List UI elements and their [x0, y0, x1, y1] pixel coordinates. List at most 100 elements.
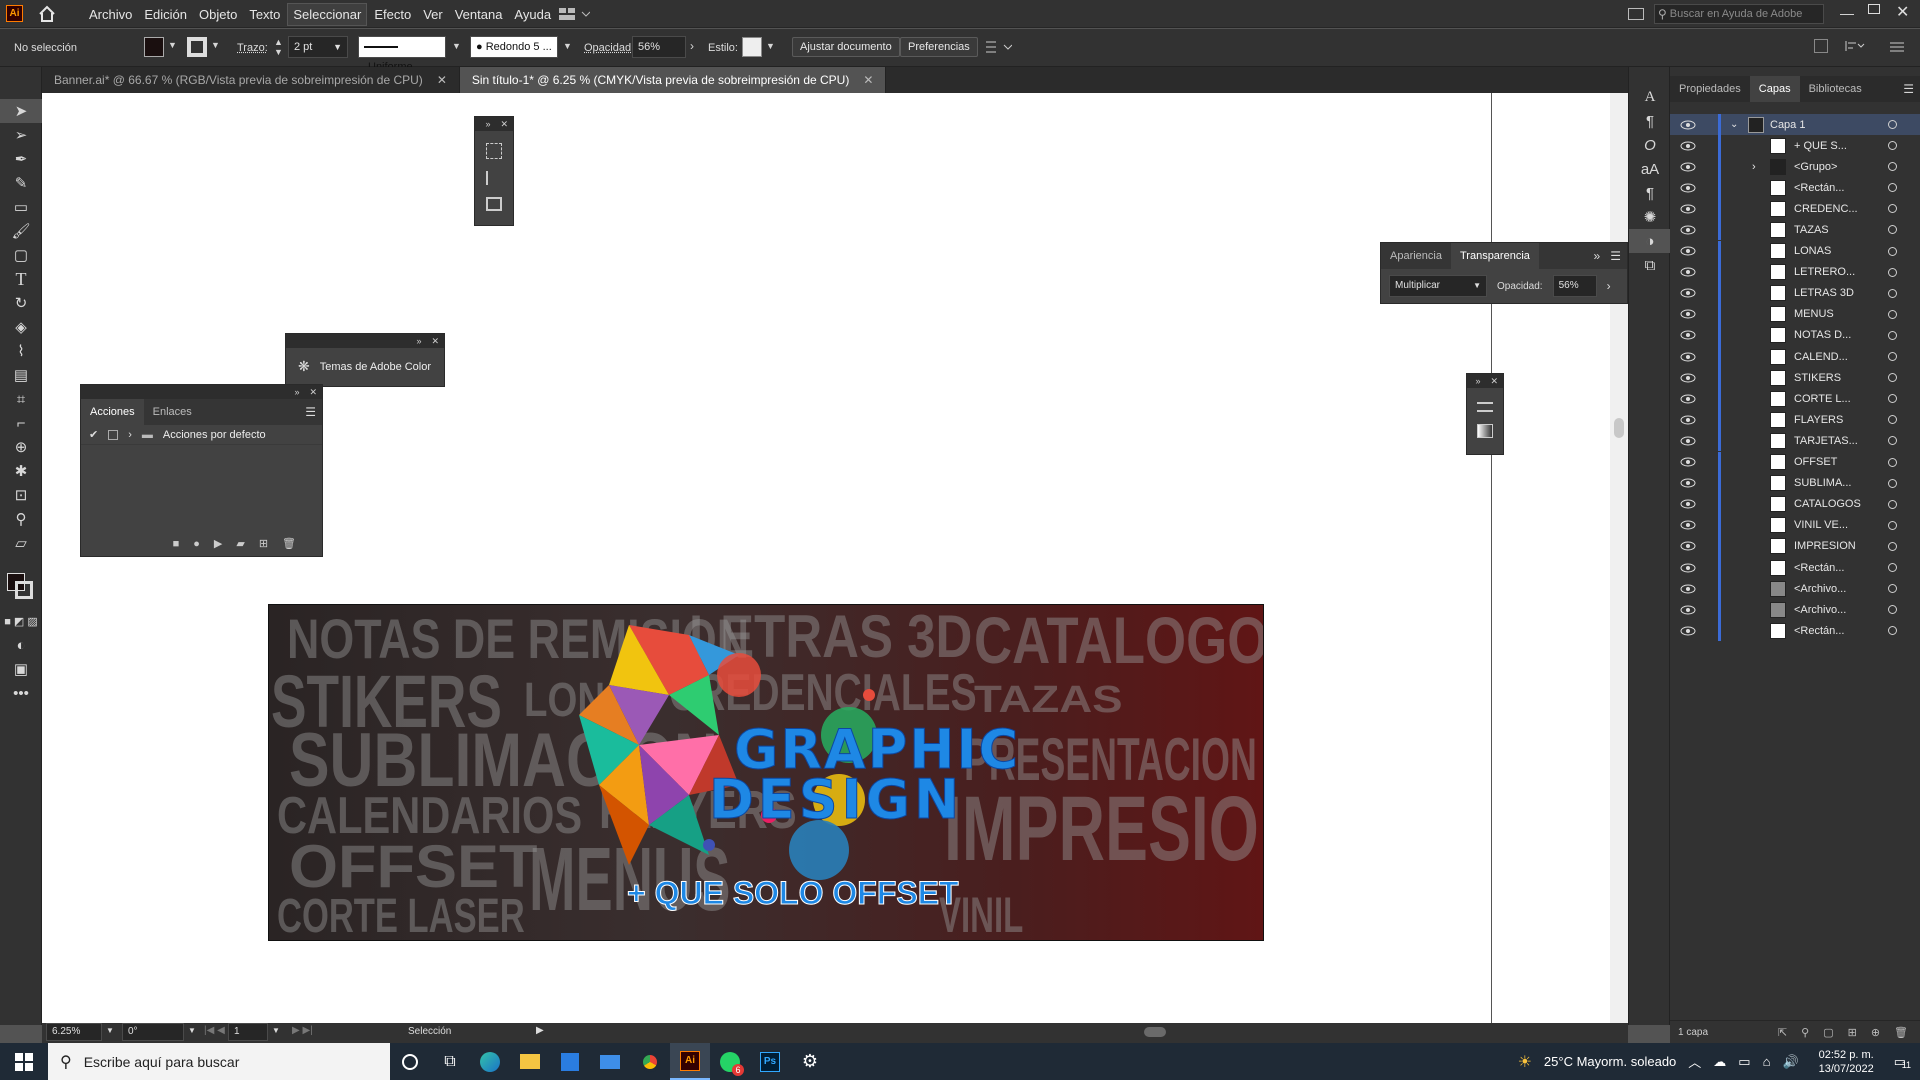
settings-icon[interactable]: ⚙ — [790, 1043, 830, 1080]
eye-icon[interactable] — [1680, 352, 1696, 362]
layer-row[interactable]: TARJETAS... — [1670, 430, 1920, 452]
rotate-tool-icon[interactable]: ↻ — [0, 291, 42, 315]
store-icon[interactable] — [550, 1043, 590, 1080]
blend-tool-icon[interactable]: ⊕ — [0, 435, 42, 459]
eye-icon[interactable] — [1680, 141, 1696, 151]
layer-row[interactable]: CORTE L... — [1670, 388, 1920, 410]
close-panel-icon[interactable]: ✕ — [431, 336, 439, 347]
close-panel-icon[interactable]: ✕ — [309, 387, 317, 398]
target-icon[interactable] — [1888, 141, 1897, 150]
stop-icon[interactable]: ■ — [173, 538, 180, 550]
tab-propiedades[interactable]: Propiedades — [1670, 76, 1750, 102]
eye-icon[interactable] — [1680, 309, 1696, 319]
close-tab-icon[interactable]: ✕ — [437, 73, 447, 87]
artboard-icon[interactable] — [486, 143, 502, 159]
eye-icon[interactable] — [1680, 120, 1696, 130]
eye-icon[interactable] — [1680, 626, 1696, 636]
tab-banner[interactable]: Banner.ai* @ 66.67 % (RGB/Vista previa d… — [42, 67, 460, 93]
target-icon[interactable] — [1888, 520, 1897, 530]
selection-tool-icon[interactable]: ➤ — [0, 99, 42, 123]
fill-stroke-widget[interactable] — [0, 565, 41, 609]
file-explorer-icon[interactable] — [510, 1043, 550, 1080]
warp-tool-icon[interactable]: ⌇ — [0, 339, 42, 363]
onedrive-icon[interactable]: ☁ — [1713, 1054, 1726, 1070]
fit-document-button[interactable]: Ajustar documento — [792, 37, 900, 57]
trash-icon[interactable]: 🗑 — [282, 537, 296, 550]
layer-row[interactable]: LETRAS 3D — [1670, 282, 1920, 304]
eye-icon[interactable] — [1680, 457, 1696, 467]
profile-dropdown-icon[interactable]: ▼ — [452, 41, 461, 51]
stroke-dropdown-icon[interactable]: ▼ — [211, 40, 220, 50]
stroke-profile-select[interactable]: Uniforme — [358, 36, 446, 73]
volume-icon[interactable]: 🔊 — [1782, 1054, 1798, 1070]
menu-objeto[interactable]: Objeto — [194, 4, 242, 25]
artboard-dropdown-icon[interactable]: ▼ — [272, 1026, 280, 1035]
brush-dropdown-icon[interactable]: ▼ — [563, 41, 572, 51]
panel-menu-icon[interactable] — [1890, 41, 1904, 52]
collapse-icon[interactable]: » — [294, 387, 299, 397]
collapse-icon[interactable]: » — [1475, 376, 1480, 386]
target-icon[interactable] — [1888, 415, 1897, 425]
artboard-tool-icon[interactable]: ⊡ — [0, 483, 42, 507]
layer-row[interactable]: <Rectán... — [1670, 557, 1920, 578]
notifications-icon[interactable]: ▭ 11 — [1894, 1054, 1911, 1070]
photoshop-icon[interactable]: Ps — [750, 1043, 790, 1080]
eye-icon[interactable] — [1680, 415, 1696, 425]
stroke-panel-icon[interactable] — [1477, 402, 1493, 412]
cortana-icon[interactable] — [390, 1043, 430, 1080]
eye-icon[interactable] — [1680, 225, 1696, 235]
direct-selection-tool-icon[interactable]: ➢ — [0, 123, 42, 147]
eye-icon[interactable] — [1680, 288, 1696, 298]
tab-acciones[interactable]: Acciones — [81, 399, 144, 425]
edge-icon[interactable] — [470, 1043, 510, 1080]
transparency-icon[interactable]: ◑ — [1629, 229, 1671, 253]
layer-row[interactable]: FLAYERS — [1670, 409, 1920, 431]
eye-icon[interactable] — [1680, 584, 1696, 594]
eye-icon[interactable] — [1680, 436, 1696, 446]
eye-icon[interactable] — [1680, 541, 1696, 551]
layer-row[interactable]: STIKERS — [1670, 367, 1920, 389]
close-window-button[interactable]: ✕ — [1896, 2, 1909, 22]
eye-icon[interactable] — [1680, 330, 1696, 340]
target-icon[interactable] — [1888, 120, 1897, 129]
target-icon[interactable] — [1888, 267, 1897, 277]
whatsapp-icon[interactable]: 6 — [710, 1043, 750, 1080]
help-search-field[interactable]: ⚲ Buscar en Ayuda de Adobe — [1654, 4, 1824, 24]
target-icon[interactable] — [1888, 288, 1897, 298]
clip-icon[interactable]: ▢ — [1823, 1026, 1833, 1039]
layer-row[interactable]: CALEND... — [1670, 346, 1920, 367]
menu-texto[interactable]: Texto — [244, 4, 285, 25]
workspace-switcher-icon[interactable] — [558, 7, 591, 21]
banner-artwork[interactable]: NOTAS DE REMISION LETRAS 3D CATALOGOS ST… — [268, 604, 1264, 941]
weather-text[interactable]: 25°C Mayorm. soleado — [1544, 1054, 1676, 1069]
status-arrow-icon[interactable]: ▶ — [536, 1025, 544, 1036]
menu-ver[interactable]: Ver — [418, 4, 448, 25]
export-icon[interactable]: ⇱ — [1778, 1026, 1787, 1039]
target-icon[interactable] — [1888, 309, 1897, 319]
panel-menu-icon[interactable]: ☰ — [1903, 82, 1914, 96]
paintbrush-tool-icon[interactable]: 🖌 — [0, 219, 42, 243]
eye-icon[interactable] — [1680, 267, 1696, 277]
weather-icon[interactable]: ☀ — [1518, 1052, 1532, 1072]
ruler-tool-icon[interactable]: ▱ — [0, 531, 42, 555]
layer-row[interactable]: CREDENC... — [1670, 198, 1920, 220]
zoom-tool-icon[interactable]: ⚲ — [0, 507, 42, 531]
layer-row[interactable]: CATALOGOS — [1670, 493, 1920, 515]
glyphs-icon[interactable]: aA — [1629, 157, 1671, 181]
eye-icon[interactable] — [1680, 373, 1696, 383]
target-icon[interactable] — [1888, 478, 1897, 488]
collapse-icon[interactable]: » — [1594, 249, 1601, 263]
vertical-scrollbar[interactable] — [1610, 93, 1628, 1023]
tab-bibliotecas[interactable]: Bibliotecas — [1800, 76, 1871, 102]
preferences-button[interactable]: Preferencias — [900, 37, 978, 57]
panel-menu-icon[interactable]: ☰ — [1610, 249, 1621, 263]
layer-row[interactable]: SUBLIMA... — [1670, 472, 1920, 494]
arrange-icon[interactable] — [984, 39, 1013, 55]
first-artboard-icon[interactable]: |◀ ◀ — [204, 1025, 225, 1036]
panel-toggle-icon[interactable] — [1814, 39, 1828, 53]
pen-tool-icon[interactable]: ✒ — [0, 147, 42, 171]
clock[interactable]: 02:52 p. m. 13/07/2022 — [1819, 1048, 1874, 1076]
layer-row-capa1[interactable]: ⌄ Capa 1 — [1670, 114, 1920, 135]
eye-icon[interactable] — [1680, 520, 1696, 530]
style-dropdown-icon[interactable]: ▼ — [766, 41, 775, 51]
